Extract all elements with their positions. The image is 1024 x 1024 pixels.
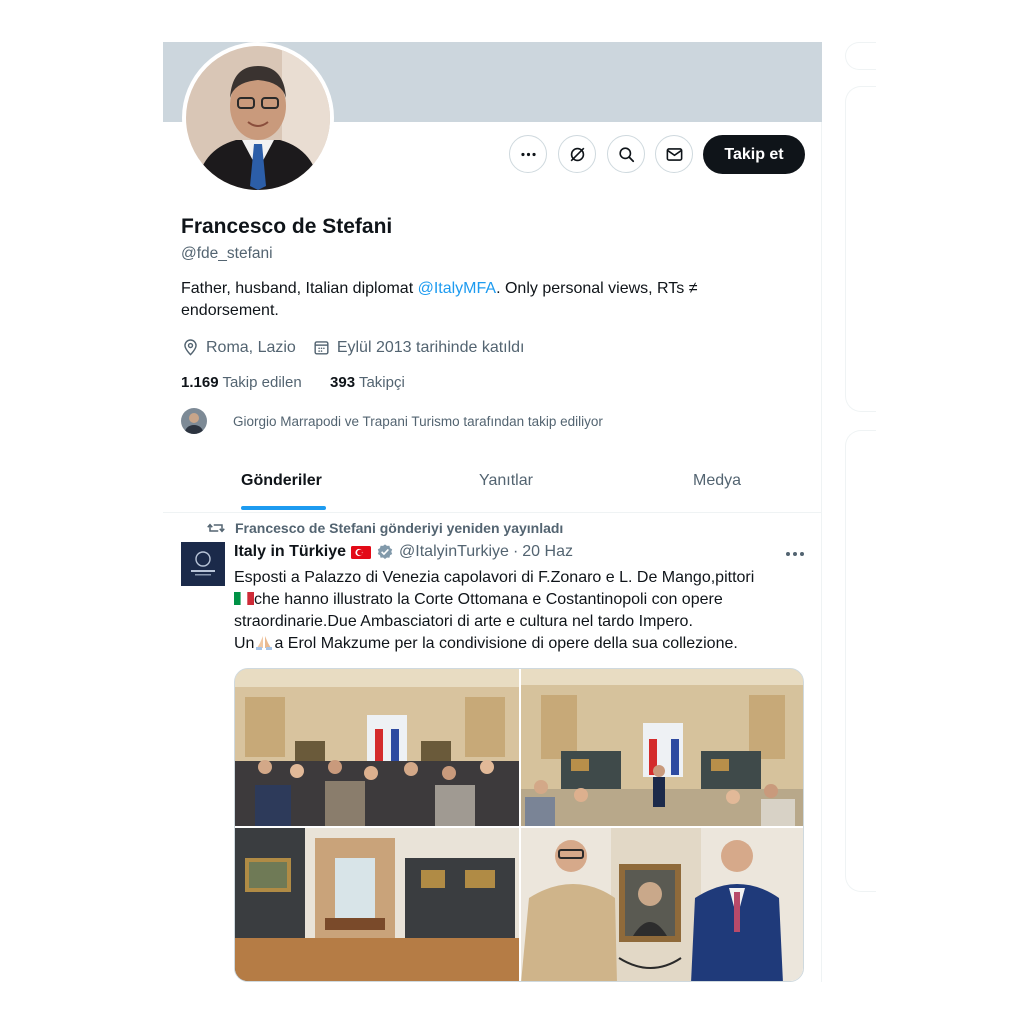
tweet-more-icon[interactable]	[783, 544, 807, 564]
search-button[interactable]	[607, 135, 645, 173]
column-divider	[821, 122, 822, 982]
location-pin-icon	[184, 339, 197, 356]
tweet-text-segment: Un	[234, 635, 255, 652]
retweet-context[interactable]: Francesco de Stefani gönderiyi yeniden y…	[207, 519, 563, 537]
tweet-date[interactable]: 20 Haz	[522, 543, 573, 561]
tweet-photo[interactable]	[235, 828, 519, 981]
bio-mention-link[interactable]: @ItalyMFA	[418, 280, 496, 297]
profile-name: Francesco de Stefani	[181, 215, 393, 238]
message-button[interactable]	[655, 135, 693, 173]
mail-icon	[666, 147, 682, 161]
tweet-header: Italy in Türkiye @ItalyinTurkiye · 20 Ha…	[234, 543, 573, 561]
followers-label: Takipçi	[358, 374, 405, 391]
tweet-author-name[interactable]: Italy in Türkiye	[234, 543, 346, 561]
more-button[interactable]	[509, 135, 547, 173]
retweet-icon	[207, 523, 225, 533]
tweet-text-line: straordinarie.Due Ambasciatori di arte e…	[234, 613, 693, 630]
profile-bio: Father, husband, Italian diplomat @Italy…	[181, 278, 781, 322]
tweet-text-line: Esposti a Palazzo di Venezia capolavori …	[234, 569, 755, 586]
tab-replies[interactable]: Yanıtlar	[479, 450, 533, 512]
follower-avatar	[181, 408, 207, 434]
profile-handle: @fde_stefani	[181, 245, 273, 262]
tweet-text-segment: a Erol Makzume per la condivisione di op…	[274, 635, 738, 652]
profile-column: Takip et Francesco de Stefani @fde_stefa…	[163, 42, 822, 982]
location-text: Roma, Lazio	[206, 338, 296, 356]
tab-media[interactable]: Medya	[693, 450, 741, 512]
verified-badge-icon	[377, 544, 393, 560]
tweet-separator: ·	[512, 543, 519, 560]
tweet-photo[interactable]	[521, 669, 803, 826]
tweet-text-line: Un a Erol Makzume per la condivisione di …	[234, 633, 794, 655]
grok-button[interactable]	[558, 135, 596, 173]
praying-hands-icon	[256, 636, 273, 650]
profile-avatar[interactable]	[182, 42, 334, 194]
sidebar-card-edge	[845, 430, 876, 892]
tweet-text-segment: che hanno illustrato la Corte Ottomana e…	[254, 591, 723, 608]
followers-link[interactable]: 393 Takipçi	[330, 374, 405, 391]
followed-by-row[interactable]: Giorgio Marrapodi ve Trapani Turismo tar…	[181, 408, 603, 434]
profile-meta: Roma, Lazio Eylül 2013 tarihinde katıldı	[181, 338, 541, 357]
calendar-icon	[314, 341, 329, 355]
sidebar-card-edge	[845, 86, 876, 412]
following-label: Takip edilen	[222, 374, 302, 391]
location-item: Roma, Lazio	[181, 338, 296, 357]
joined-item: Eylül 2013 tarihinde katıldı	[312, 338, 525, 357]
search-icon	[618, 146, 634, 162]
tweet-author-avatar[interactable]	[181, 542, 225, 586]
tweet-text-line: che hanno illustrato la Corte Ottomana e…	[234, 589, 794, 611]
turkey-flag-icon	[351, 545, 372, 559]
tweet-photo[interactable]	[235, 669, 519, 826]
sidebar-card-edge	[845, 42, 876, 70]
tweet-author-handle[interactable]: @ItalyinTurkiye	[399, 543, 509, 561]
retweet-label: Francesco de Stefani gönderiyi yeniden y…	[235, 520, 564, 536]
followers-count: 393	[330, 374, 356, 391]
more-horizontal-icon	[520, 152, 536, 156]
tweet-text: Esposti a Palazzo di Venezia capolavori …	[234, 567, 794, 655]
bio-text-start: Father, husband, Italian diplomat	[181, 280, 418, 297]
follow-button[interactable]: Takip et	[703, 135, 805, 174]
active-tab-indicator	[241, 506, 326, 510]
profile-tabs: Gönderiler Yanıtlar Medya	[163, 450, 822, 513]
tweet-photo[interactable]	[521, 828, 803, 981]
italy-flag-icon	[234, 592, 254, 605]
tweet-media-grid	[234, 668, 804, 982]
tab-posts[interactable]: Gönderiler	[241, 450, 322, 512]
grok-icon	[570, 147, 584, 161]
follow-counts: 1.169 Takip edilen 393 Takipçi	[181, 374, 405, 391]
followed-by-text: Giorgio Marrapodi ve Trapani Turismo tar…	[233, 413, 603, 429]
following-link[interactable]: 1.169 Takip edilen	[181, 374, 302, 391]
following-count: 1.169	[181, 374, 219, 391]
joined-text: Eylül 2013 tarihinde katıldı	[336, 338, 525, 356]
